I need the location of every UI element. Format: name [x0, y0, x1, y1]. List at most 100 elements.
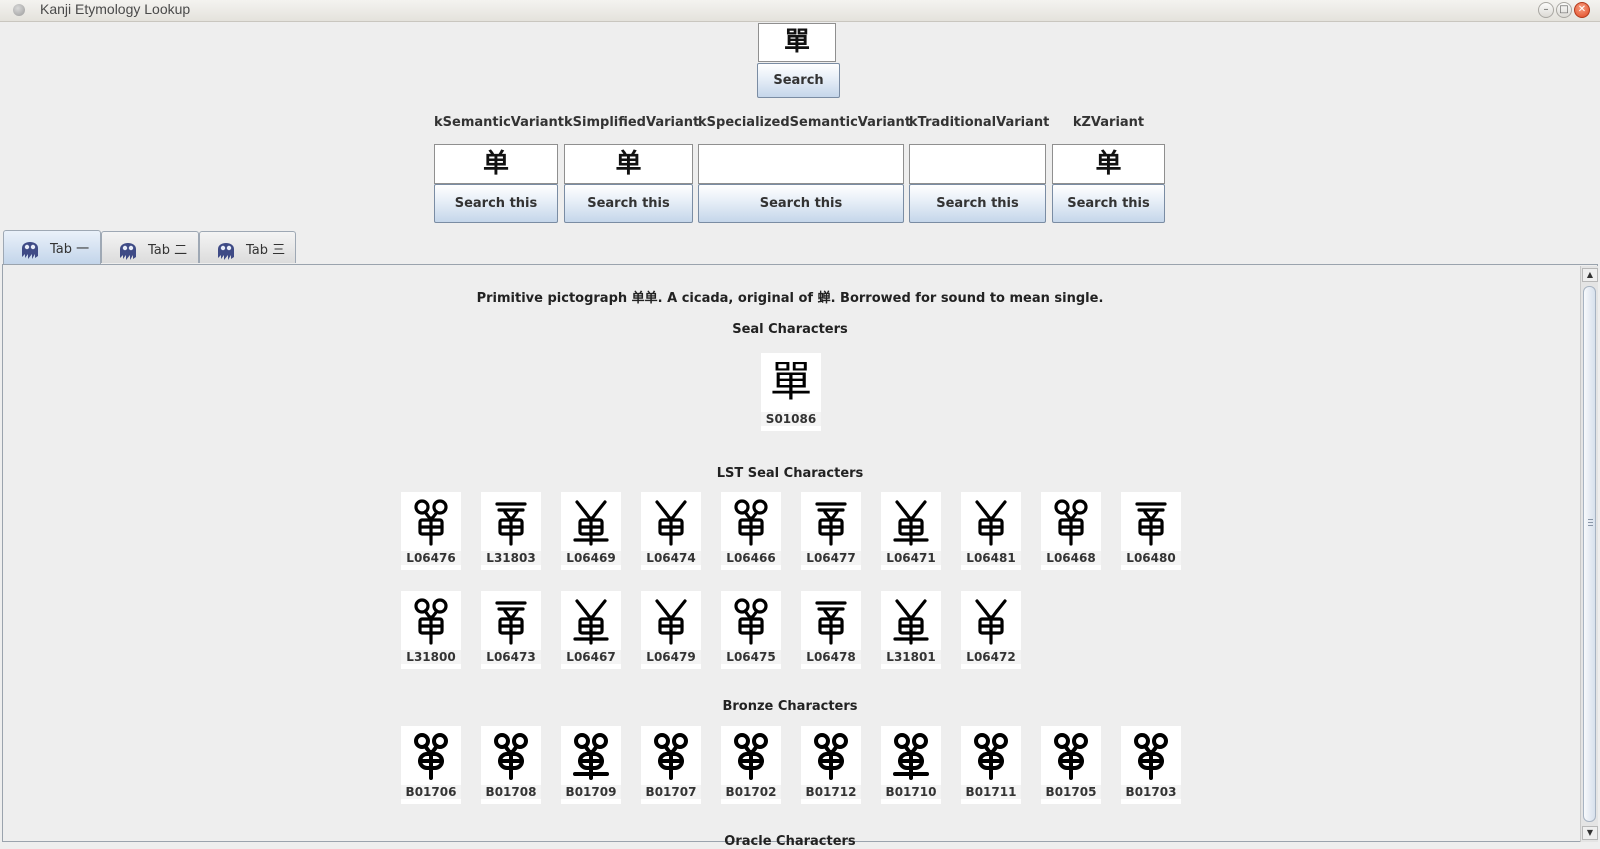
bronze-glyph-image — [1054, 733, 1088, 780]
variant-field-semantic[interactable]: 单 — [434, 144, 558, 184]
scroll-down-icon[interactable]: ▼ — [1582, 826, 1598, 840]
lst-glyph-card[interactable]: L06479 — [641, 591, 701, 669]
close-icon[interactable]: ✕ — [1574, 2, 1590, 18]
lst-glyph-image — [893, 599, 929, 645]
ghost-icon — [22, 242, 38, 259]
lst-glyph-image — [1054, 499, 1088, 546]
lst-glyph-card[interactable]: L06481 — [961, 492, 1021, 570]
lst-glyph-card[interactable]: L06467 — [561, 591, 621, 669]
bronze-glyph-card[interactable]: B01705 — [1041, 726, 1101, 804]
bronze-characters-title: Bronze Characters — [722, 699, 858, 714]
variant-label-z: kZVariant — [1072, 115, 1145, 130]
bronze-glyph-card[interactable]: B01702 — [721, 726, 781, 804]
glyph-code: B01707 — [641, 785, 701, 799]
glyph-code: B01711 — [961, 785, 1021, 799]
scroll-thumb[interactable] — [1583, 286, 1596, 822]
bronze-glyph-image — [414, 733, 448, 780]
glyph-code: L06479 — [641, 650, 701, 664]
lst-seal-characters-title: LST Seal Characters — [716, 466, 864, 481]
lst-glyph-image — [414, 499, 448, 546]
glyph-code: L31803 — [481, 551, 541, 565]
vertical-scrollbar[interactable]: ▲ ▼ — [1580, 266, 1598, 842]
lst-glyph-image — [734, 598, 768, 645]
glyph-code: L06473 — [481, 650, 541, 664]
bronze-glyph-image — [814, 733, 848, 780]
bronze-glyph-image — [573, 733, 609, 780]
lst-glyph-card[interactable]: L06472 — [961, 591, 1021, 669]
glyph-code: L06481 — [961, 551, 1021, 565]
search-this-specialized-semantic-button[interactable]: Search this — [698, 184, 904, 223]
bronze-glyph-card[interactable]: B01712 — [801, 726, 861, 804]
search-button[interactable]: Search — [757, 63, 840, 98]
lst-glyph-image — [655, 500, 687, 546]
minimize-icon[interactable]: – — [1538, 2, 1554, 18]
lst-glyph-card[interactable]: L06471 — [881, 492, 941, 570]
window-menu-icon[interactable] — [13, 4, 25, 16]
seal-glyph-card[interactable]: 單 S01086 — [761, 353, 821, 431]
lst-glyph-card[interactable]: L06466 — [721, 492, 781, 570]
search-this-semantic-button[interactable]: Search this — [434, 184, 558, 223]
lst-glyph-image — [815, 601, 847, 645]
bronze-glyph-card[interactable]: B01708 — [481, 726, 541, 804]
variant-field-simplified[interactable]: 单 — [564, 144, 693, 184]
lst-glyph-image — [975, 599, 1007, 645]
lst-glyph-card[interactable]: L31801 — [881, 591, 941, 669]
search-this-simplified-button[interactable]: Search this — [564, 184, 693, 223]
glyph-code: L06477 — [801, 551, 861, 565]
bronze-glyph-card[interactable]: B01710 — [881, 726, 941, 804]
variant-label-semantic: kSemanticVariant — [434, 115, 565, 130]
bronze-glyph-card[interactable]: B01706 — [401, 726, 461, 804]
glyph-code: L06476 — [401, 551, 461, 565]
lst-glyph-card[interactable]: L06473 — [481, 591, 541, 669]
variant-label-traditional: kTraditionalVariant — [909, 115, 1050, 130]
scroll-up-icon[interactable]: ▲ — [1582, 268, 1598, 282]
lst-glyph-card[interactable]: L06474 — [641, 492, 701, 570]
glyph-code: L06480 — [1121, 551, 1181, 565]
bronze-glyph-card[interactable]: B01711 — [961, 726, 1021, 804]
maximize-icon[interactable]: □ — [1556, 2, 1572, 18]
tab-3[interactable]: Tab 三 — [199, 231, 296, 263]
lst-glyph-image — [975, 500, 1007, 546]
lst-glyph-card[interactable]: L06468 — [1041, 492, 1101, 570]
lst-glyph-image — [815, 502, 847, 546]
glyph-code: B01708 — [481, 785, 541, 799]
lst-glyph-card[interactable]: L06469 — [561, 492, 621, 570]
tab-1[interactable]: Tab 一 — [3, 230, 101, 264]
lst-glyph-card[interactable]: L06476 — [401, 492, 461, 570]
lst-glyph-image — [495, 502, 527, 546]
variant-field-z[interactable]: 单 — [1052, 144, 1165, 184]
lst-glyph-card[interactable]: L31800 — [401, 591, 461, 669]
bronze-glyph-card[interactable]: B01709 — [561, 726, 621, 804]
lst-glyph-card[interactable]: L06475 — [721, 591, 781, 669]
bronze-glyph-image — [734, 733, 768, 780]
glyph-code: L06478 — [801, 650, 861, 664]
lst-glyph-image — [414, 598, 448, 645]
lst-glyph-image — [655, 599, 687, 645]
glyph-code: L06467 — [561, 650, 621, 664]
lst-glyph-card[interactable]: L31803 — [481, 492, 541, 570]
lst-glyph-card[interactable]: L06478 — [801, 591, 861, 669]
tab-label: Tab 三 — [246, 243, 286, 258]
lst-glyph-image — [573, 599, 609, 645]
bronze-glyph-image — [494, 733, 528, 780]
search-input[interactable]: 單 — [758, 23, 836, 62]
search-this-z-button[interactable]: Search this — [1052, 184, 1165, 223]
ghost-icon — [120, 243, 136, 260]
bronze-glyph-card[interactable]: B01703 — [1121, 726, 1181, 804]
glyph-code: L06474 — [641, 551, 701, 565]
lst-glyph-image — [734, 499, 768, 546]
glyph-code: L31801 — [881, 650, 941, 664]
glyph-code: L31800 — [401, 650, 461, 664]
variant-field-traditional[interactable] — [909, 144, 1046, 184]
etymology-description: Primitive pictograph 单单. A cicada, origi… — [476, 291, 1104, 306]
lst-glyph-card[interactable]: L06480 — [1121, 492, 1181, 570]
search-this-traditional-button[interactable]: Search this — [909, 184, 1046, 223]
glyph-code: S01086 — [761, 412, 821, 426]
lst-glyph-card[interactable]: L06477 — [801, 492, 861, 570]
bronze-glyph-card[interactable]: B01707 — [641, 726, 701, 804]
variant-field-specialized-semantic[interactable] — [698, 144, 904, 184]
glyph-code: B01709 — [561, 785, 621, 799]
lst-glyph-image — [495, 601, 527, 645]
tab-2[interactable]: Tab 二 — [101, 231, 199, 263]
glyph-code: B01712 — [801, 785, 861, 799]
